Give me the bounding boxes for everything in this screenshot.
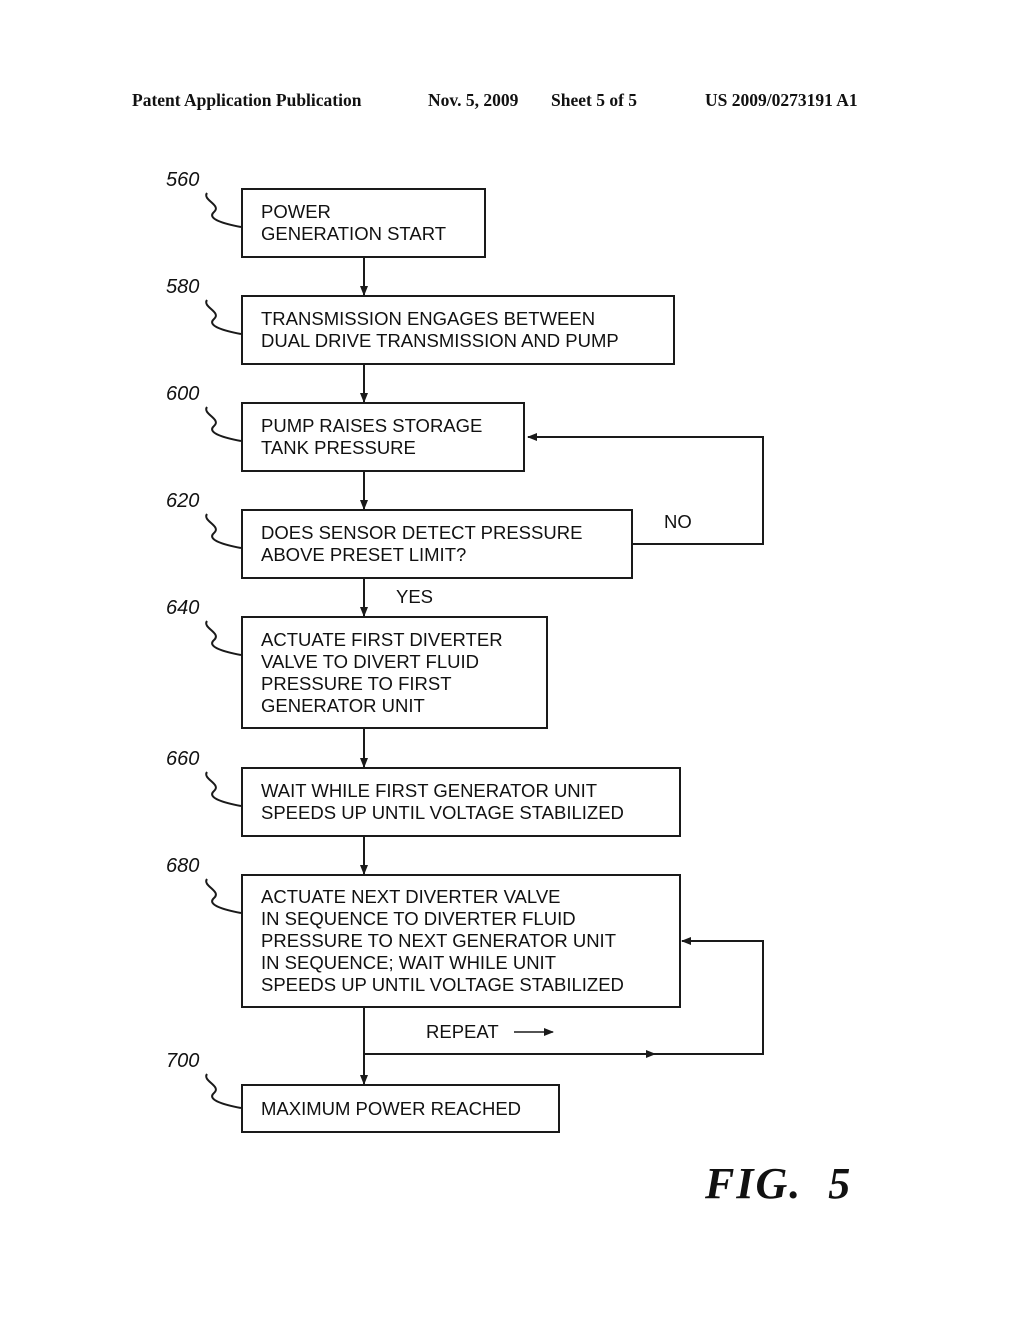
ref-560: 560	[166, 169, 200, 191]
leader-640	[205, 620, 242, 656]
step-600-pump-raises-pressure: PUMP RAISES STORAGE TANK PRESSURE	[241, 402, 525, 472]
leader-700	[205, 1073, 242, 1109]
step-660-wait-first-generator: WAIT WHILE FIRST GENERATOR UNIT SPEEDS U…	[241, 767, 681, 837]
figure-label: FIG. 5	[705, 1159, 853, 1208]
ref-640: 640	[166, 597, 200, 619]
step-text-line: PRESSURE TO FIRST	[261, 672, 452, 694]
step-text-line: ACTUATE NEXT DIVERTER VALVE	[261, 886, 561, 907]
step-text-line: MAXIMUM POWER REACHED	[261, 1097, 522, 1119]
step-text-line: DOES SENSOR DETECT PRESSURE	[261, 522, 583, 543]
step-text-line: PUMP RAISES STORAGE	[261, 415, 483, 436]
step-text-line: SPEEDS UP UNTIL VOLTAGE STABILIZED	[261, 802, 624, 823]
step-text-line: PRESSURE TO NEXT GENERATOR UNIT	[261, 930, 616, 951]
step-text-line: IN SEQUENCE TO DIVERTER FLUID	[261, 908, 576, 929]
ref-580: 580	[166, 276, 200, 298]
leader-680	[205, 878, 242, 914]
leader-580	[205, 299, 242, 335]
step-620-sensor-decision: DOES SENSOR DETECT PRESSURE ABOVE PRESET…	[241, 509, 633, 579]
leader-600	[205, 406, 242, 442]
step-text-line: DUAL DRIVE TRANSMISSION AND PUMP	[261, 330, 619, 351]
step-text-line: ACTUATE FIRST DIVERTER	[261, 628, 503, 650]
ref-620: 620	[166, 490, 200, 512]
step-680-actuate-next-diverter: ACTUATE NEXT DIVERTER VALVE IN SEQUENCE …	[241, 874, 681, 1008]
ref-660: 660	[166, 748, 200, 770]
step-560-power-generation-start: POWER GENERATION START	[241, 188, 486, 258]
leader-620	[205, 513, 242, 549]
ref-700: 700	[166, 1050, 200, 1072]
step-text-line: TANK PRESSURE	[261, 437, 416, 458]
step-text-line: TRANSMISSION ENGAGES BETWEEN	[261, 308, 596, 329]
step-640-actuate-first-diverter: ACTUATE FIRST DIVERTER VALVE TO DIVERT F…	[241, 616, 548, 729]
step-text-line: POWER	[261, 201, 331, 222]
step-580-transmission-engages: TRANSMISSION ENGAGES BETWEEN DUAL DRIVE …	[241, 295, 675, 365]
branch-label-yes: YES	[396, 586, 434, 607]
ref-600: 600	[166, 383, 200, 405]
step-text-line: GENERATOR UNIT	[261, 694, 425, 716]
step-text-line: ABOVE PRESET LIMIT?	[261, 544, 467, 565]
leader-660	[205, 771, 242, 807]
leader-560	[205, 192, 242, 228]
step-text-line: GENERATION START	[261, 223, 447, 244]
branch-label-repeat: REPEAT	[426, 1021, 499, 1042]
step-700-maximum-power: MAXIMUM POWER REACHED	[241, 1084, 560, 1133]
step-text-line: VALVE TO DIVERT FLUID	[261, 650, 479, 672]
branch-label-no: NO	[664, 511, 692, 532]
step-text-line: SPEEDS UP UNTIL VOLTAGE STABILIZED	[261, 974, 624, 995]
step-text-line: IN SEQUENCE; WAIT WHILE UNIT	[261, 952, 556, 973]
ref-680: 680	[166, 855, 200, 877]
step-text-line: WAIT WHILE FIRST GENERATOR UNIT	[261, 780, 598, 801]
